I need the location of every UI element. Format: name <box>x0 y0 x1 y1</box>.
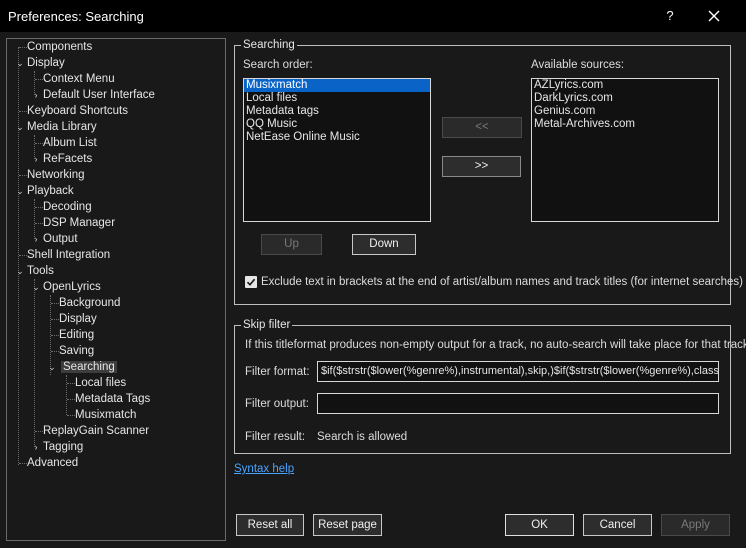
search-order-item[interactable]: NetEase Online Music <box>244 131 430 144</box>
tree-item-tools[interactable]: ⌄ Tools <box>15 263 54 279</box>
filter-format-input[interactable]: $if($strstr($lower(%genre%),instrumental… <box>317 361 719 382</box>
available-source-item[interactable]: AZLyrics.com <box>532 79 718 92</box>
filter-result-value: Search is allowed <box>317 431 408 443</box>
syntax-help-link[interactable]: Syntax help <box>234 463 294 475</box>
tree-item-musixmatch[interactable]: Musixmatch <box>63 407 136 423</box>
tree-item-context-menu[interactable]: Context Menu <box>31 71 115 87</box>
available-source-item[interactable]: Genius.com <box>532 105 718 118</box>
filter-result-label: Filter result: <box>245 431 306 443</box>
chevron-down-icon[interactable]: ⌄ <box>15 263 25 279</box>
tree-item-refacets[interactable]: › ReFacets <box>31 151 93 167</box>
search-order-list[interactable]: Musixmatch Local files Metadata tags QQ Mus… <box>243 78 431 222</box>
tree-item-openlyrics-display[interactable]: Display <box>47 311 97 327</box>
tree-item-media-library[interactable]: ⌄ Media Library <box>15 119 96 135</box>
search-order-item[interactable]: Local files <box>244 92 430 105</box>
tree-item-keyboard-shortcuts[interactable]: Keyboard Shortcuts <box>15 103 128 119</box>
move-right-button[interactable]: >> <box>442 156 521 177</box>
chevron-right-icon[interactable]: › <box>31 439 41 455</box>
tree-item-playback[interactable]: ⌄ Playback <box>15 183 73 199</box>
available-source-item[interactable]: DarkLyrics.com <box>532 92 718 105</box>
filter-output-field[interactable] <box>317 393 719 414</box>
tree-item-shell-integration[interactable]: Shell Integration <box>15 247 110 263</box>
chevron-down-icon[interactable]: ⌄ <box>47 359 57 375</box>
chevron-right-icon[interactable]: › <box>31 87 41 103</box>
skip-filter-description: If this titleformat produces non-empty o… <box>245 339 746 351</box>
search-order-label: Search order: <box>243 59 313 71</box>
tree-item-local-files[interactable]: Local files <box>63 375 126 391</box>
tree-item-advanced[interactable]: Advanced <box>15 455 78 471</box>
chevron-down-icon[interactable]: ⌄ <box>15 183 25 199</box>
skip-filter-group-label: Skip filter <box>243 319 291 331</box>
filter-output-label: Filter output: <box>245 398 309 410</box>
tree-item-decoding[interactable]: Decoding <box>31 199 92 215</box>
searching-group-label: Searching <box>243 39 295 51</box>
chevron-down-icon[interactable]: ⌄ <box>15 119 25 135</box>
tree-item-openlyrics[interactable]: ⌄ OpenLyrics <box>31 279 101 295</box>
tree-item-editing[interactable]: Editing <box>47 327 94 343</box>
close-icon <box>708 10 720 22</box>
search-order-item[interactable]: Metadata tags <box>244 105 430 118</box>
reset-page-button[interactable]: Reset page <box>313 514 382 536</box>
tree-item-networking[interactable]: Networking <box>15 167 85 183</box>
tree-guide-line <box>34 279 35 447</box>
move-left-button[interactable]: << <box>442 117 522 138</box>
checkmark-icon <box>246 278 256 286</box>
available-source-item[interactable]: Metal-Archives.com <box>532 118 718 131</box>
close-button[interactable] <box>700 4 728 28</box>
tree-item-dsp-manager[interactable]: DSP Manager <box>31 215 115 231</box>
tree-item-background[interactable]: Background <box>47 295 120 311</box>
tree-item-tagging[interactable]: › Tagging <box>31 439 84 455</box>
available-sources-label: Available sources: <box>531 59 625 71</box>
chevron-down-icon[interactable]: ⌄ <box>15 55 25 71</box>
tree-item-replaygain-scanner[interactable]: ReplayGain Scanner <box>31 423 149 439</box>
tree-item-searching[interactable]: ⌄ Searching <box>47 359 117 375</box>
title-bar: Preferences: Searching ? <box>0 0 746 32</box>
tree-item-display[interactable]: ⌄ Display <box>15 55 65 71</box>
apply-button[interactable]: Apply <box>661 514 730 536</box>
tree-item-output[interactable]: › Output <box>31 231 78 247</box>
reset-all-button[interactable]: Reset all <box>236 514 304 536</box>
chevron-right-icon[interactable]: › <box>31 151 41 167</box>
search-order-item[interactable]: QQ Music <box>244 118 430 131</box>
tree-item-saving[interactable]: Saving <box>47 343 94 359</box>
tree-item-default-user-interface[interactable]: › Default User Interface <box>31 87 155 103</box>
move-up-button[interactable]: Up <box>261 234 322 255</box>
preferences-tree[interactable]: Components ⌄ Display Context Menu › Defaul… <box>6 38 226 541</box>
exclude-brackets-label[interactable]: Exclude text in brackets at the end of a… <box>261 276 743 288</box>
exclude-brackets-checkbox[interactable] <box>245 276 257 288</box>
cancel-button[interactable]: Cancel <box>583 514 652 536</box>
tree-item-components[interactable]: Components <box>15 39 92 55</box>
move-down-button[interactable]: Down <box>352 234 416 255</box>
filter-format-label: Filter format: <box>245 366 310 378</box>
help-button[interactable]: ? <box>656 4 684 28</box>
ok-button[interactable]: OK <box>505 514 574 536</box>
search-order-item[interactable]: Musixmatch <box>244 79 430 92</box>
tree-item-album-list[interactable]: Album List <box>31 135 97 151</box>
chevron-down-icon[interactable]: ⌄ <box>31 279 41 295</box>
tree-item-metadata-tags[interactable]: Metadata Tags <box>63 391 150 407</box>
available-sources-list[interactable]: AZLyrics.com DarkLyrics.com Genius.com Meta… <box>531 78 719 222</box>
window-title: Preferences: Searching <box>8 9 144 24</box>
chevron-right-icon[interactable]: › <box>31 231 41 247</box>
